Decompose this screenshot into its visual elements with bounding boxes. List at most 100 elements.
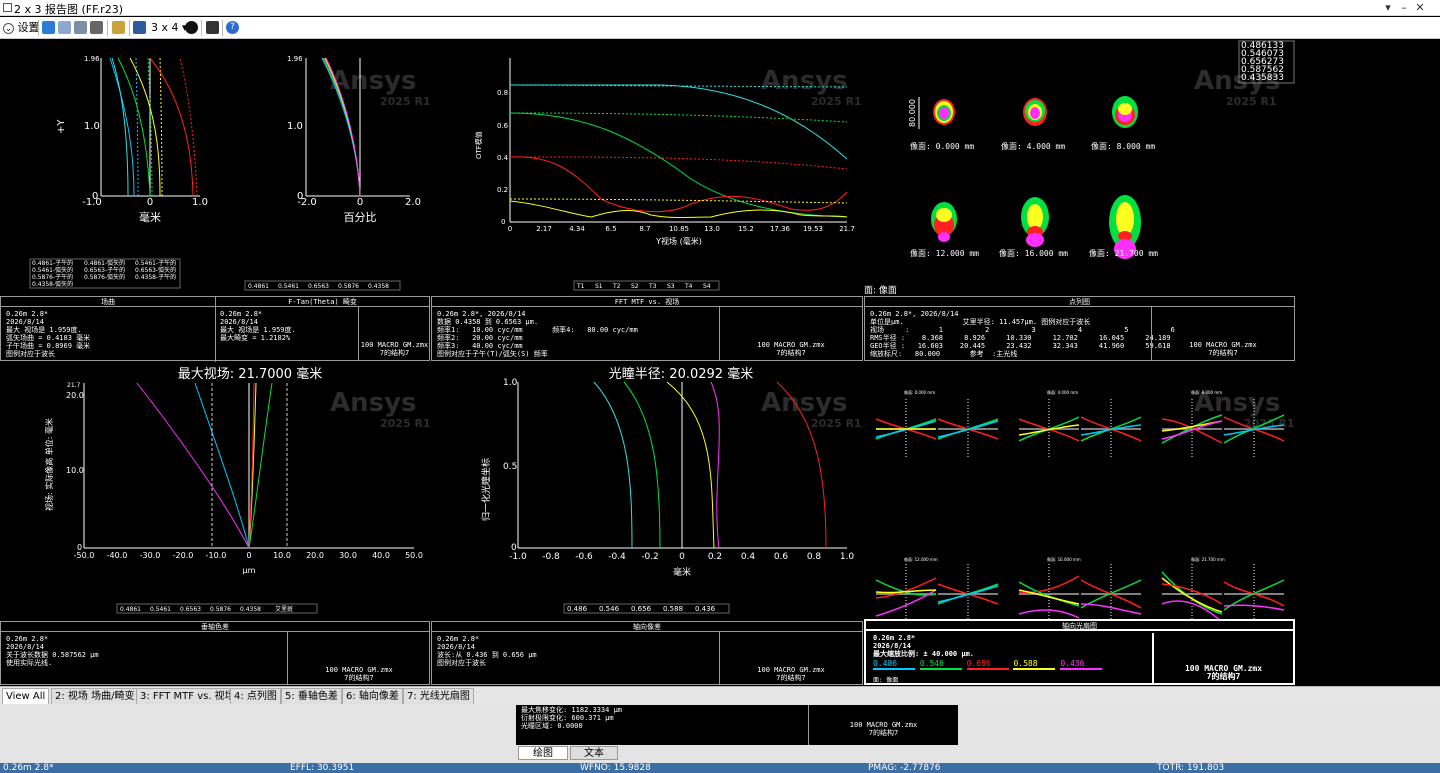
long-xtick-7: 0.4: [741, 552, 756, 562]
tab-fft-mtf[interactable]: 3: FFT MTF vs. 视场: [136, 688, 239, 704]
lateral-infobox-side: 100 MACRO GM.zmx 7的结构7: [287, 632, 430, 685]
view-tabs: View All 2: 视场 场曲/畸变 3: FFT MTF vs. 视场 4…: [0, 686, 1440, 704]
lat-xtick-1: -40.0: [107, 551, 128, 560]
lateral-infobox-text: 0.26m 2.8* 2026/8/14 关于波长数据 0.587562 μm …: [6, 635, 99, 667]
lat-xtick-8: 30.0: [339, 551, 357, 560]
long-xlabel: 毫米: [673, 566, 691, 578]
lat-xtick-9: 40.0: [372, 551, 390, 560]
tab-view-all[interactable]: View All: [2, 688, 50, 704]
long-xtick-8: 0.6: [774, 552, 789, 562]
spot-label-2: 像面: 8.000 mm: [1091, 141, 1155, 151]
subtab-plot[interactable]: 绘图: [518, 746, 568, 760]
long-legend-3: 0.588: [663, 605, 683, 613]
dist-legend-0: 0.4861: [248, 283, 269, 290]
field-infobox: 场曲 F-Tan(Theta) 畸变 0.26m 2.8* 2026/8/14 …: [0, 296, 430, 362]
fan-infobox-text: 0.26m 2.8* 2026/8/14 最大缩放比例: ± 40.000 μm…: [873, 634, 975, 658]
window-title: 2 x 3 报告图 (FF.r23): [14, 3, 123, 16]
settings-button[interactable]: ⌄ 设置: [3, 20, 40, 36]
dist-xlabel: 百分比: [344, 211, 377, 224]
mtf-legend-1: S1: [595, 283, 603, 290]
lat-xtick-3: -20.0: [173, 551, 194, 560]
save-icon[interactable]: [74, 21, 87, 34]
tab-lateral-color[interactable]: 5: 垂轴色差: [281, 688, 342, 704]
minimize-button[interactable]: –: [1396, 0, 1412, 16]
dist-legend-1: 0.5461: [278, 283, 299, 290]
ansys-version: 2025 R1: [380, 95, 430, 108]
tab-longitudinal[interactable]: 6: 轴向像差: [342, 688, 403, 704]
fc-legend-7: 0.5876-弧矢的: [84, 273, 125, 281]
longitudinal-title: 光瞳半径: 20.0292 毫米: [609, 366, 753, 382]
print-icon[interactable]: [90, 21, 103, 34]
ansys-watermark: Ansys: [761, 388, 848, 418]
lat-ytick-1: 20.0: [66, 391, 84, 400]
dist-ytick-mid: 1.0: [287, 121, 303, 132]
layout-icon[interactable]: [133, 21, 146, 34]
spot-infobox-text: 0.26m 2.8*, 2026/8/14 单位是μm. 艾里半径: 11.45…: [870, 310, 1175, 358]
layout-dropdown[interactable]: 3 x 4 ▾: [151, 20, 188, 36]
mtf-legend-6: T4: [684, 283, 693, 290]
mtf-xtick-6: 13.0: [704, 225, 720, 233]
tab-ray-fan[interactable]: 7: 光线光扇图: [403, 688, 474, 704]
refresh-icon[interactable]: [42, 21, 55, 34]
mtf-xtick-7: 15.2: [738, 225, 754, 233]
spot-infobox: 点列图 0.26m 2.8*, 2026/8/14 单位是μm. 艾里半径: 1…: [864, 296, 1295, 361]
lateral-title: 最大视场: 21.7000 毫米: [178, 366, 322, 382]
settings-label: 设置: [17, 21, 40, 34]
mtf-xtick-10: 21.7: [839, 225, 855, 233]
fc-legend-4: 0.6563-子午的: [84, 266, 125, 274]
copy-icon[interactable]: [58, 21, 71, 34]
mtf-xtick-0: 0: [508, 225, 512, 233]
subtab-text[interactable]: 文本: [570, 746, 618, 760]
dist-xtick-mid: 0: [357, 197, 363, 208]
mtf-legend-7: S4: [703, 283, 711, 290]
lat-legend-4: 0.4358: [240, 606, 261, 613]
ansys-watermark: Ansys: [330, 388, 417, 418]
long-legend-2: 0.656: [631, 605, 652, 613]
fc-xtick-right: 1.0: [192, 197, 208, 208]
long-xtick-2: -0.6: [575, 552, 593, 562]
lateral-color-pane: Ansys 2025 R1 最大视场: 21.7000 毫米 21.7 20.0…: [0, 361, 430, 621]
mtf-legend-0: T1: [576, 283, 585, 290]
spot-label-0: 像面: 0.000 mm: [910, 141, 974, 151]
lat-xtick-5: 0: [246, 551, 251, 560]
dist-xtick-left: -2.0: [297, 197, 317, 208]
lat-xlabel: μm: [243, 566, 256, 575]
long-ytick-1: 0.5: [503, 462, 517, 472]
axial-infobox-side: 100 MACRO GM.zmx 7的结构7: [719, 632, 862, 685]
toolbar: ⌄ 设置 3 x 4 ▾ ?: [0, 17, 1440, 39]
spot-infobox-header: 点列图: [865, 297, 1294, 307]
fc-legend-1: 0.4861-弧矢的: [84, 259, 125, 267]
mtf-xlabel: Y视场 (毫米): [655, 236, 702, 246]
mtf-ytick-4: 0: [501, 218, 505, 226]
dropdown-icon[interactable]: ▾: [1380, 0, 1396, 16]
dist-ytick-top: 1.96: [287, 55, 303, 63]
long-legend-4: 0.436: [695, 605, 716, 613]
ftan-infobox-header: F-Tan(Theta) 畸变: [215, 297, 429, 307]
tab-spot-diagram[interactable]: 4: 点列图: [230, 688, 281, 704]
close-button[interactable]: ✕: [1412, 0, 1428, 16]
long-xtick-3: -0.4: [608, 552, 626, 562]
spot-infobox-side: 100 MACRO GM.zmx 7的结构7: [1151, 307, 1294, 361]
lat-xtick-0: -50.0: [74, 551, 95, 560]
tab-field-distortion[interactable]: 2: 视场 场曲/畸变: [51, 688, 139, 704]
mtf-xtick-5: 10.85: [669, 225, 689, 233]
mtf-xtick-9: 19.53: [803, 225, 823, 233]
lock-icon[interactable]: [112, 21, 125, 34]
mtf-ylabel: OTF模值: [474, 131, 483, 159]
long-ytick-0: 1.0: [503, 378, 518, 388]
help-icon[interactable]: ?: [226, 21, 239, 34]
fan-infobox-side: 100 MACRO GM.zmx 7的结构7: [1152, 633, 1293, 683]
lat-legend-0: 0.4861: [120, 606, 141, 613]
standby-icon[interactable]: [206, 21, 219, 34]
lat-legend-1: 0.5461: [150, 606, 171, 613]
rotate-icon[interactable]: [185, 21, 198, 34]
dist-legend-3: 0.5876: [338, 283, 359, 290]
long-xtick-0: -1.0: [509, 552, 527, 562]
fan-title-4: 像面: 16.000 mm: [1047, 556, 1081, 562]
lat-legend-2: 0.6563: [180, 606, 201, 613]
status-wfno: WFNO: 15.9828: [580, 763, 651, 773]
longitudinal-pane: Ansys 2025 R1 光瞳半径: 20.0292 毫米 1.0 0.5 0…: [431, 361, 863, 621]
mtf-xtick-8: 17.36: [770, 225, 791, 233]
ansys-version: 2025 R1: [380, 417, 430, 430]
mtf-infobox-text: 0.26m 2.8*, 2026/8/14 数据 0.4358 到 0.6563…: [437, 310, 638, 358]
